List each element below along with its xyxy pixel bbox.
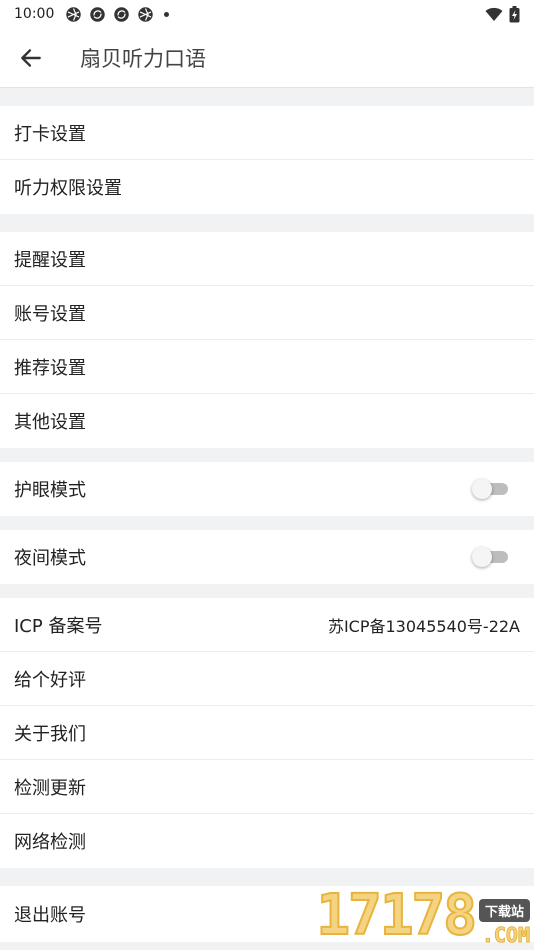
reminder-settings-label: 提醒设置 xyxy=(14,249,86,271)
aperture-icon xyxy=(66,6,82,22)
status-time: 10:00 xyxy=(14,6,55,22)
watermark-domain: .COM xyxy=(481,923,530,947)
network-check-item[interactable]: 网络检测 xyxy=(0,814,534,868)
listening-permission-label: 听力权限设置 xyxy=(14,178,122,199)
other-settings-item[interactable]: 其他设置 xyxy=(0,394,534,448)
rate-app-item[interactable]: 给个好评 xyxy=(0,652,534,706)
watermark-badge: 下载站 xyxy=(478,899,530,922)
app-bar: 扇贝听力口语 xyxy=(0,28,534,88)
recommend-settings-label: 推荐设置 xyxy=(14,357,86,379)
account-settings-label: 账号设置 xyxy=(14,303,86,325)
eye-care-toggle[interactable] xyxy=(472,479,508,499)
night-mode-label: 夜间模式 xyxy=(14,548,86,569)
night-mode-item[interactable]: 夜间模式 xyxy=(0,530,534,584)
icp-record-label: ICP 备案号 xyxy=(14,615,103,637)
wifi-icon xyxy=(485,7,503,21)
arrow-left-icon[interactable] xyxy=(18,45,44,71)
settings-group-2: 提醒设置 账号设置 推荐设置 其他设置 xyxy=(0,232,534,448)
settings-group-5: ICP 备案号 苏ICP备13045540号-22A 给个好评 关于我们 检测更… xyxy=(0,598,534,868)
other-settings-label: 其他设置 xyxy=(14,412,86,433)
account-settings-item[interactable]: 账号设置 xyxy=(0,286,534,340)
about-us-label: 关于我们 xyxy=(14,723,86,745)
settings-group-4: 夜间模式 xyxy=(0,530,534,584)
checkin-settings-item[interactable]: 打卡设置 xyxy=(0,106,534,160)
status-left: 10:00 xyxy=(14,6,170,23)
watermark-number: 17178 xyxy=(315,883,478,948)
battery-charging-icon xyxy=(509,5,520,22)
night-mode-toggle[interactable] xyxy=(472,547,508,567)
notification-dot-icon xyxy=(164,11,170,17)
about-us-item[interactable]: 关于我们 xyxy=(0,706,534,760)
status-bar: 10:00 xyxy=(0,0,534,28)
toggle-thumb xyxy=(472,479,492,499)
check-update-item[interactable]: 检测更新 xyxy=(0,760,534,814)
aperture-icon xyxy=(138,6,154,22)
sync-icon xyxy=(90,6,106,22)
settings-group-3: 护眼模式 xyxy=(0,462,534,516)
watermark-side: 下载站 .COM xyxy=(478,899,531,947)
icp-record-item[interactable]: ICP 备案号 苏ICP备13045540号-22A xyxy=(0,598,534,652)
listening-permission-item[interactable]: 听力权限设置 xyxy=(0,160,534,214)
sync-icon xyxy=(114,6,130,22)
eye-care-mode-label: 护眼模式 xyxy=(14,480,86,501)
recommend-settings-item[interactable]: 推荐设置 xyxy=(0,340,534,394)
settings-group-1: 打卡设置 听力权限设置 xyxy=(0,106,534,214)
status-right xyxy=(485,5,520,23)
network-check-label: 网络检测 xyxy=(14,832,86,853)
site-watermark: 17178 下载站 .COM xyxy=(309,882,534,950)
check-update-label: 检测更新 xyxy=(14,777,86,799)
page-title: 扇贝听力口语 xyxy=(80,46,206,71)
reminder-settings-item[interactable]: 提醒设置 xyxy=(0,232,534,286)
checkin-settings-label: 打卡设置 xyxy=(14,123,86,145)
toggle-thumb xyxy=(472,547,492,567)
rate-app-label: 给个好评 xyxy=(14,669,86,691)
eye-care-mode-item[interactable]: 护眼模式 xyxy=(0,462,534,516)
icp-record-value: 苏ICP备13045540号-22A xyxy=(327,616,520,636)
